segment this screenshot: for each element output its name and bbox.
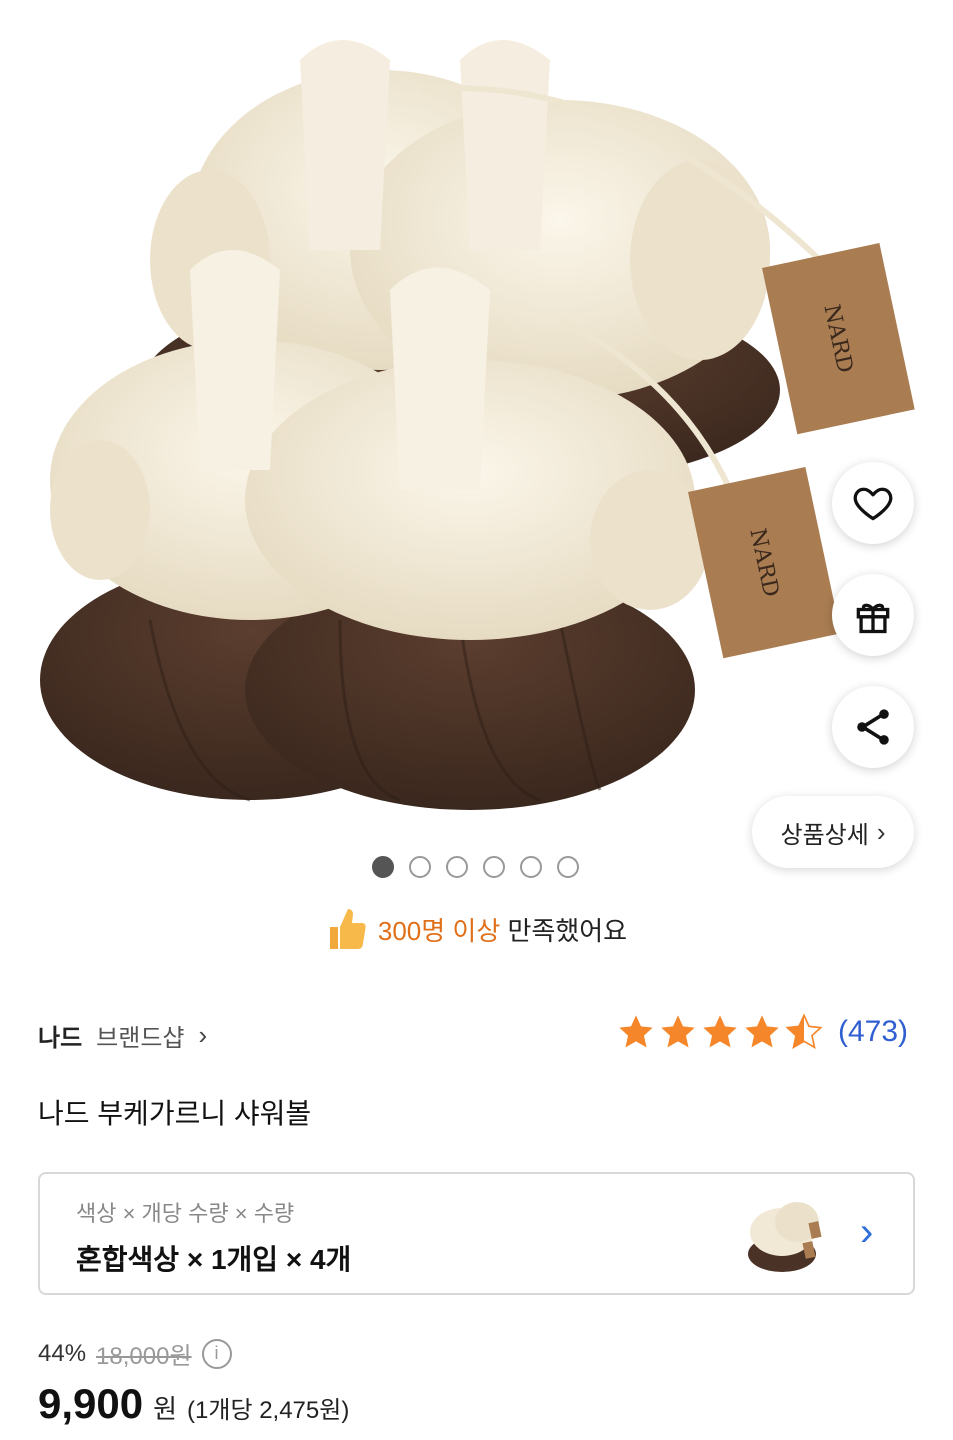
carousel-dot[interactable] [483,856,505,878]
product-image[interactable]: NARD NARD [0,0,953,850]
option-value: 혼합색상 × 1개입 × 4개 [76,1244,352,1275]
satisfaction-text: 만족했어요 [507,915,628,946]
share-button[interactable] [832,686,914,768]
carousel-dot[interactable] [520,856,542,878]
option-label: 색상 × 개당 수량 × 수량 [76,1201,295,1226]
chevron-right-icon: › [198,1020,208,1050]
brand-name: 나드 [38,1025,83,1052]
product-title: 나드 부케가르니 샤워볼 [38,1098,312,1129]
carousel-dot[interactable] [446,856,468,878]
share-icon [857,709,889,745]
star-full-icon [619,1015,653,1048]
gift-button[interactable] [832,574,914,656]
chevron-right-icon: › [860,1210,874,1254]
thumbs-up-icon [329,909,366,949]
gift-icon [856,603,890,634]
product-photo: NARD NARD [40,40,915,810]
brand-link[interactable]: 나드 브랜드샵 › [38,1018,207,1053]
satisfaction-highlight: 300명 이상 [377,915,501,946]
wishlist-button[interactable] [832,462,914,544]
option-thumbnail [748,1202,822,1272]
unit-price: (1개당 2,475원) [187,1397,350,1424]
rating[interactable]: (473) [616,1012,908,1052]
current-price: 9,900 [38,1380,144,1427]
info-icon[interactable]: i [201,1338,232,1369]
carousel-dot[interactable] [372,856,394,878]
price-discount-row: 44% 18,000원 i [38,1336,232,1371]
star-half-icon [785,1013,823,1049]
carousel-indicator [372,856,579,878]
chevron-right-icon: › [876,816,886,847]
price-current-row: 9,900 원 (1개당 2,475원) [38,1380,349,1428]
satisfaction-banner: 300명 이상 만족했어요 [0,905,953,953]
product-detail-button[interactable]: 상품상세 › [752,796,914,868]
carousel-dot[interactable] [557,856,579,878]
currency-label: 원 [153,1394,178,1424]
star-full-icon [745,1015,779,1048]
star-full-icon [661,1015,695,1048]
product-detail-label: 상품상세 [780,821,869,849]
discount-rate: 44% [38,1339,87,1367]
heart-icon [853,487,893,521]
option-selector[interactable]: 색상 × 개당 수량 × 수량 혼합색상 × 1개입 × 4개 › [38,1172,915,1295]
review-count[interactable]: (473) [838,1015,908,1049]
brand-shop-label: 브랜드샵 [96,1025,185,1052]
star-full-icon [703,1015,737,1048]
carousel-dot[interactable] [409,856,431,878]
original-price: 18,000원 [96,1343,192,1370]
